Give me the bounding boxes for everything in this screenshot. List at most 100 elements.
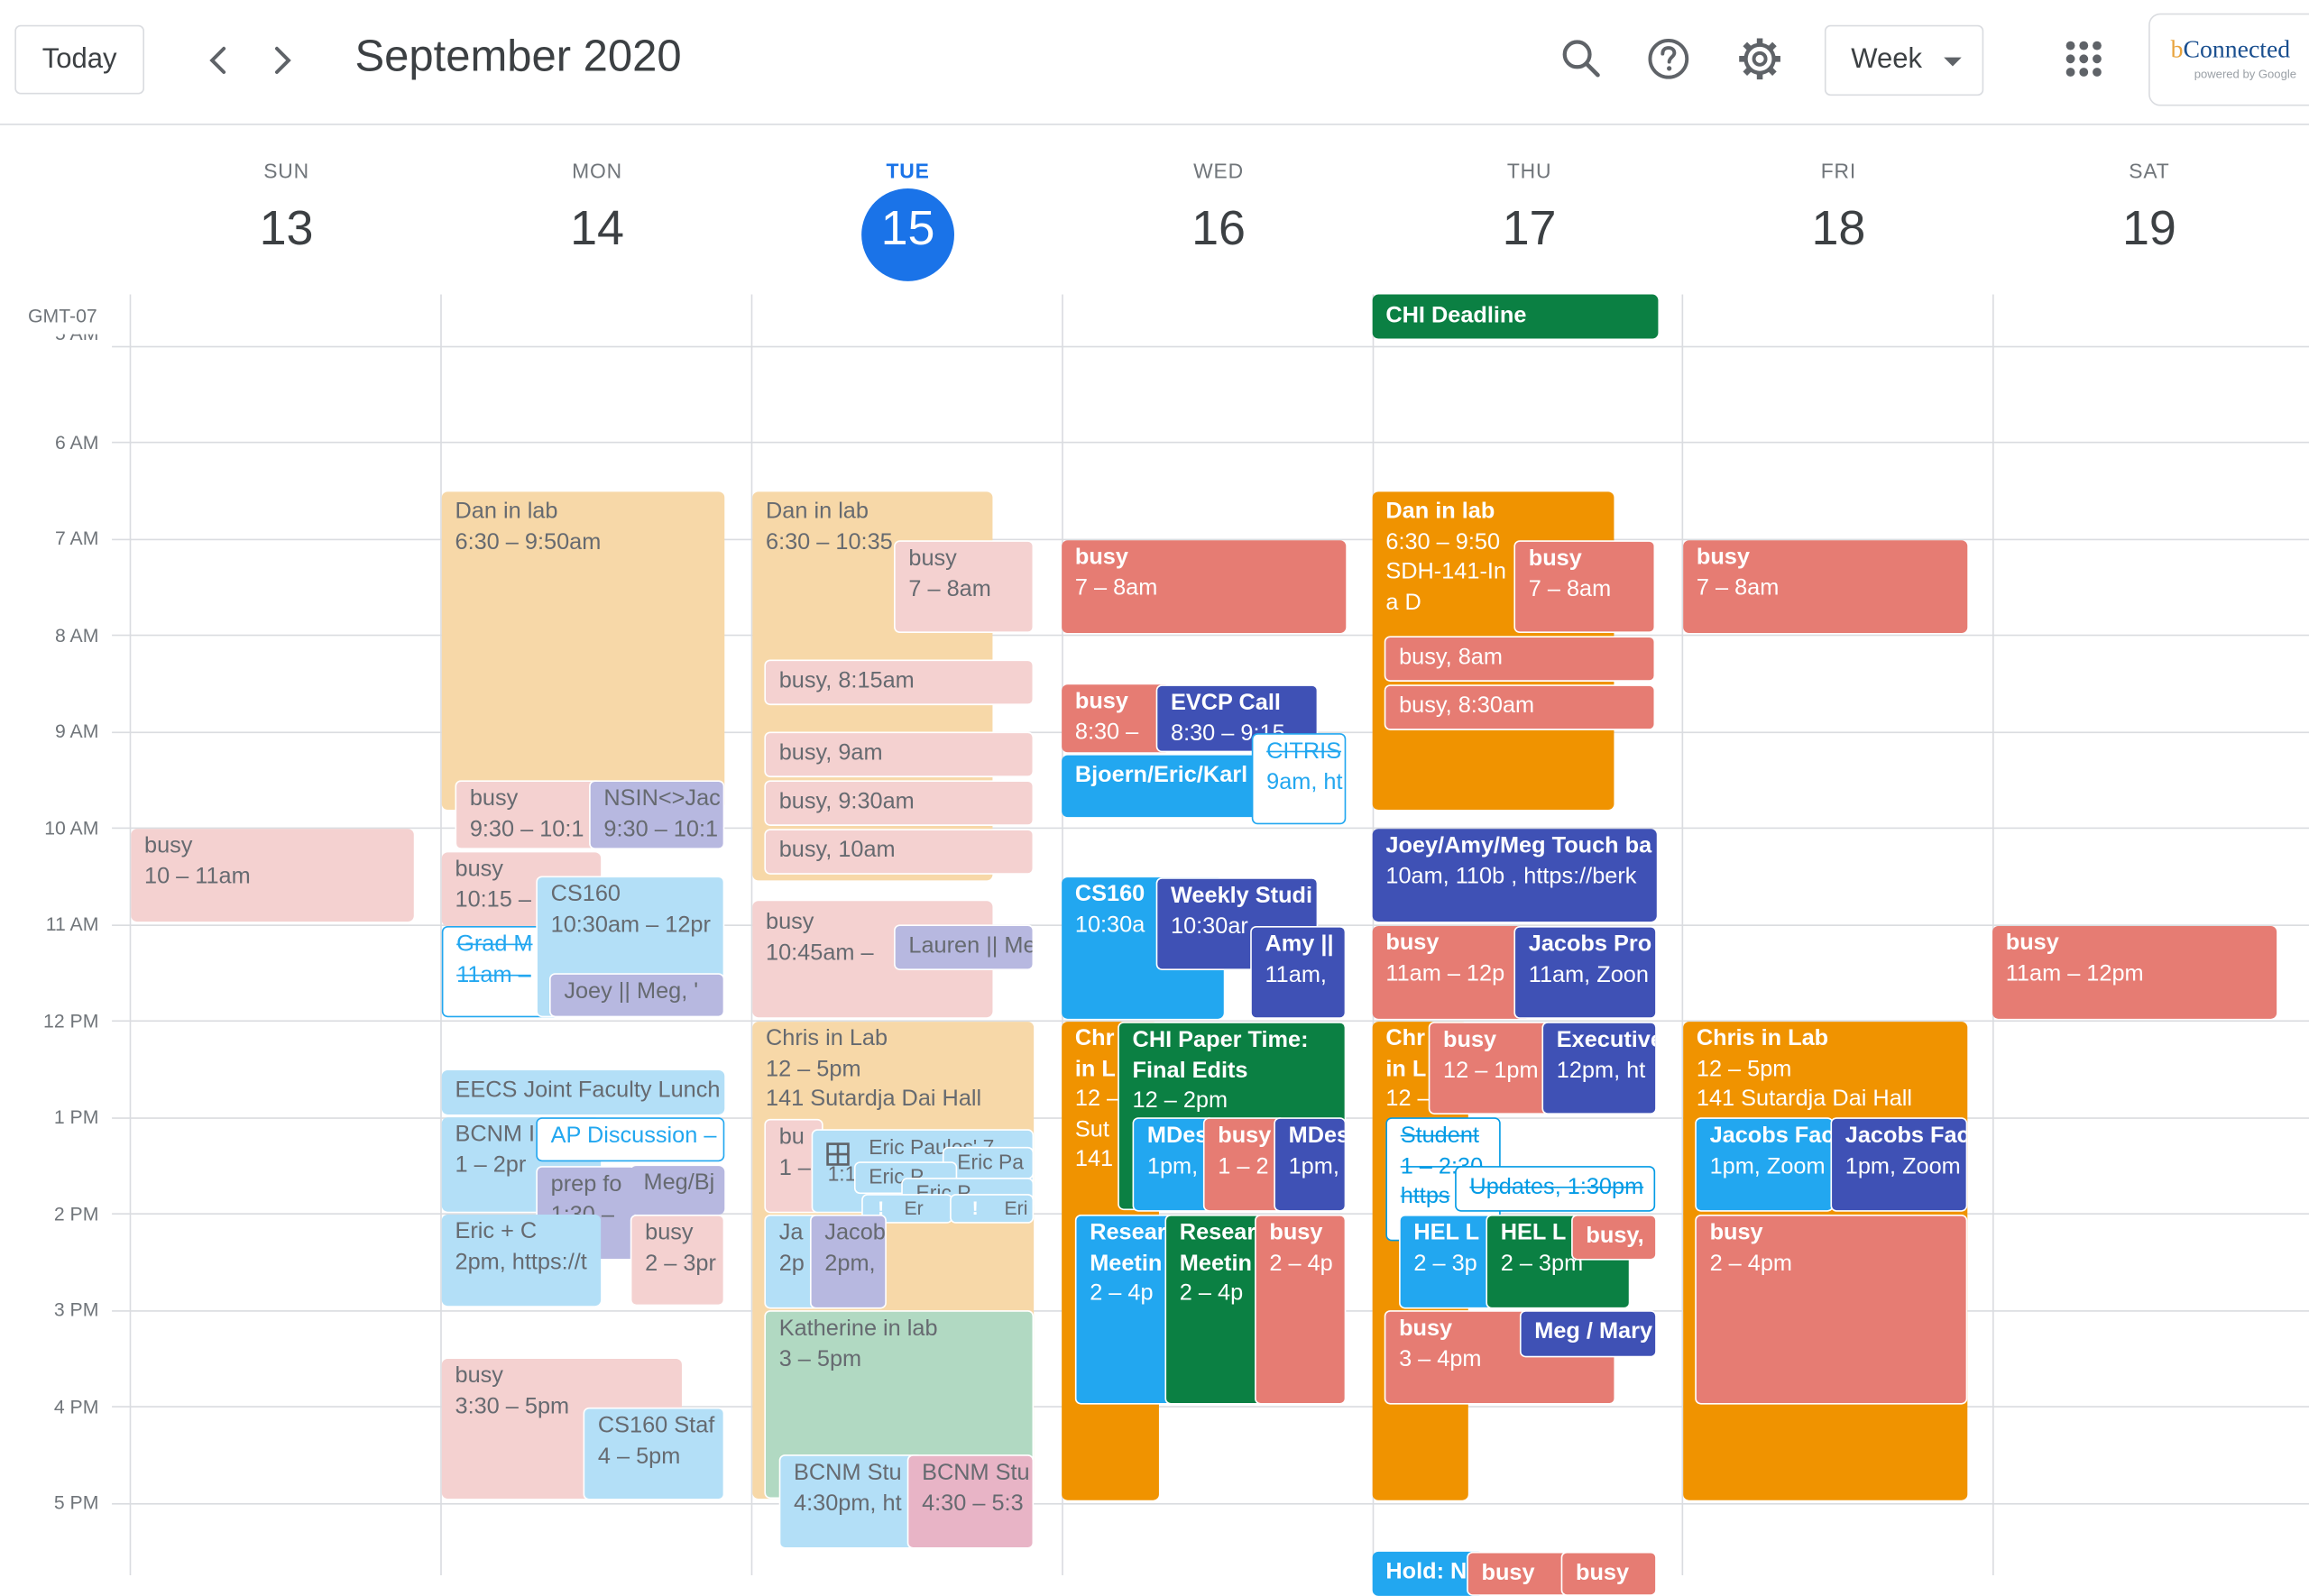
time-label: 5 PM [53, 1491, 99, 1514]
calendar-event[interactable]: NSIN<>Jac 9:30 – 10:1 [589, 780, 725, 850]
calendar-event[interactable]: busy [1560, 1551, 1657, 1596]
calendar-event[interactable]: Meg/Bj [630, 1166, 725, 1215]
calendar-event[interactable]: busy 2 – 4p [1255, 1214, 1347, 1405]
calendar-event[interactable]: busy 12 – 1pm [1428, 1022, 1556, 1114]
event-title: busy [1481, 1560, 1535, 1586]
calendar-event[interactable]: Jacobs Fac 1pm, Zoom [1695, 1117, 1834, 1212]
calendar-event[interactable]: Lauren || Me [894, 924, 1035, 970]
time-label: 7 AM [55, 527, 99, 549]
event-time: 1pm, [1288, 1153, 1339, 1179]
event-title: Jacob [824, 1220, 886, 1246]
day-number-17[interactable]: 17 [1374, 200, 1684, 256]
event-location: 141 Sutardja Dai Hall [1696, 1086, 1913, 1112]
calendar-event[interactable]: busy, 8am [1384, 636, 1656, 682]
calendar-event[interactable]: busy, 9:30am [764, 780, 1035, 826]
day-number-14[interactable]: 14 [442, 200, 752, 256]
event-title: MDes [1146, 1123, 1209, 1149]
event-title: Meg/Bj [643, 1169, 715, 1196]
calendar-event[interactable]: Jacobs Fac 1pm, Zoom [1830, 1117, 1968, 1212]
help-icon[interactable] [1642, 32, 1695, 86]
calendar-event[interactable]: busy, 8:30am [1384, 684, 1656, 730]
time-label: 2 PM [53, 1202, 99, 1225]
calendar-event[interactable]: busy 8:30 – [1062, 684, 1171, 753]
event-title: Jacobs Fac [1844, 1123, 1968, 1149]
event-time: 1pm, [1146, 1153, 1199, 1179]
calendar-event[interactable]: Updates, 1:30pm [1455, 1166, 1656, 1212]
calendar-event[interactable]: Dan in lab 6:30 – 9:50am [441, 491, 725, 810]
calendar-event[interactable]: busy 7 – 8am [1062, 540, 1347, 634]
calendar-event[interactable]: busy 2 – 3pr [630, 1214, 725, 1307]
org-logo[interactable]: bConnected powered by Google [2148, 13, 2309, 106]
gear-icon[interactable] [1734, 32, 1787, 86]
calendar-event[interactable]: busy, 8:15am [764, 659, 1035, 706]
calendar-event[interactable]: busy, 9am [764, 731, 1035, 778]
calendar-event[interactable]: AP Discussion – [536, 1117, 725, 1162]
event-time: 1 – [778, 1154, 811, 1180]
calendar-event[interactable]: busy 2 – 4pm [1695, 1214, 1968, 1405]
calendar-event[interactable]: busy [1467, 1551, 1573, 1596]
calendar-event[interactable]: Eric + C 2pm, https://t [441, 1214, 602, 1307]
calendar-event[interactable]: Joey || Meg, ' [548, 973, 725, 1018]
calendar-event[interactable]: Joey/Amy/Meg Touch ba 10am, 110b , https:… [1372, 829, 1657, 922]
calendar-event[interactable]: busy, 10am [764, 829, 1035, 875]
time-label: 10 AM [44, 817, 99, 839]
calendar-event[interactable]: Executive 12pm, ht [1541, 1022, 1657, 1114]
calendar-event[interactable]: Bjoern/Eric/Karl [1062, 755, 1268, 818]
calendar-event[interactable]: EECS Joint Faculty Lunch [441, 1069, 725, 1114]
chevron-right-icon[interactable] [261, 35, 305, 86]
event-time: 10am, 110b , https://berk [1385, 863, 1637, 889]
calendar-event[interactable]: Jacobs Pro 11am, Zoon [1513, 925, 1657, 1019]
view-selector[interactable]: Week [1824, 24, 1984, 96]
day-number-18[interactable]: 18 [1683, 200, 1993, 256]
alert-icon: ! [971, 1197, 979, 1219]
day-number-19[interactable]: 19 [1994, 200, 2304, 256]
day-name-mon: MON [572, 159, 622, 183]
calendar-event[interactable]: CS160 Staf 4 – 5pm [583, 1407, 725, 1500]
event-time: 11am – [456, 961, 531, 987]
calendar-event[interactable]: BCNM Stu 4:30 – 5:3 [906, 1454, 1035, 1549]
event-title: Executive [1556, 1027, 1657, 1053]
calendar-event[interactable]: busy 7 – 8am [1683, 540, 1968, 634]
all-day-event[interactable]: CHI Deadline [1372, 294, 1659, 339]
event-title: busy, 8:15am [778, 668, 915, 694]
day-number-16[interactable]: 16 [1063, 200, 1374, 256]
calendar-event[interactable]: busy, [1571, 1214, 1657, 1261]
calendar-event[interactable]: busy 7 – 8am [1513, 540, 1656, 634]
event-title: Grad M [456, 931, 533, 958]
today-button[interactable]: Today [14, 24, 145, 95]
calendar-event[interactable]: Meg / Mary [1519, 1310, 1657, 1358]
event-title: prep fo [550, 1171, 622, 1197]
event-location: 141 Sutardja Dai Hall [766, 1086, 982, 1112]
calendar-event[interactable]: CITRIS 9am, ht [1251, 733, 1347, 825]
event-title: HEL L [1413, 1220, 1480, 1246]
calendar-event[interactable]: ! Eri [950, 1194, 1035, 1224]
event-title: Lauren || Me [908, 933, 1035, 959]
event-title: Jacobs Pro [1528, 931, 1652, 958]
calendar-event[interactable]: Resear Meetin 2 – 4p [1074, 1214, 1177, 1405]
calendar-event[interactable]: busy 7 – 8am [894, 540, 1035, 634]
calendar-event[interactable]: MDes 1pm, [1274, 1117, 1347, 1212]
calendar-event[interactable]: Resear Meetin 2 – 4p [1164, 1214, 1267, 1405]
day-number-13[interactable]: 13 [131, 200, 441, 256]
calendar-event[interactable]: BCNM Stu 4:30pm, ht [778, 1454, 924, 1549]
calendar-event[interactable]: Amy || 11am, [1250, 925, 1347, 1019]
calendar-event[interactable]: Jacob 2pm, [809, 1214, 887, 1309]
search-icon[interactable] [1555, 32, 1608, 86]
event-title: CHI Deadline [1385, 303, 1527, 329]
calendar-event[interactable]: busy 10 – 11am [131, 829, 414, 922]
time-label: 5 AM [14, 335, 98, 346]
logo-subtext: powered by Google [2194, 68, 2297, 81]
chevron-left-icon[interactable] [196, 35, 240, 86]
event-time: 6:30 – 9:50am [455, 528, 602, 555]
event-title: busy [1528, 546, 1582, 572]
calendar-event[interactable]: busy 11am – 12pm [1992, 925, 2277, 1019]
calendar-event[interactable]: busy 9:30 – 10:1 [455, 780, 603, 850]
event-title: busy [2005, 930, 2059, 956]
event-title: busy [1385, 930, 1440, 956]
calendar-event[interactable]: busy 11am – 12p [1372, 925, 1532, 1019]
event-title: busy [1696, 545, 1750, 570]
event-title: busy [469, 785, 519, 812]
event-title: Meetin [1090, 1250, 1163, 1276]
day-number-15[interactable]: 15 [752, 200, 1063, 256]
apps-grid-icon[interactable] [2057, 32, 2111, 86]
